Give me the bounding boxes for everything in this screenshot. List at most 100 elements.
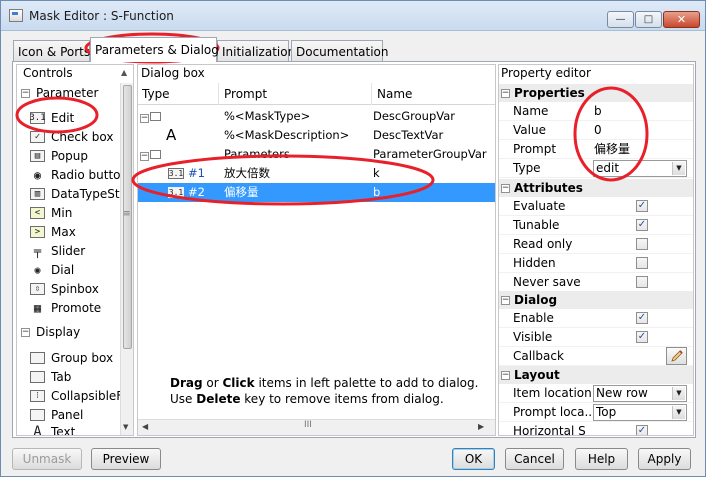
sort-up-icon[interactable]: ▲ xyxy=(121,68,127,77)
control-tab[interactable]: Tab xyxy=(30,368,71,386)
attribute-read-only-row[interactable]: Read only xyxy=(499,235,693,254)
tab-initialization[interactable]: Initialization xyxy=(217,40,295,62)
control-min[interactable]: < Min xyxy=(30,204,72,222)
property-value-row[interactable]: Value 0 xyxy=(499,121,693,140)
control-label: Panel xyxy=(51,408,84,422)
control-panel[interactable]: Panel xyxy=(30,406,83,424)
chevron-down-icon[interactable]: ▼ xyxy=(672,387,685,400)
collapse-icon[interactable]: − xyxy=(501,295,510,305)
name-cell: b xyxy=(373,185,381,199)
ok-button[interactable]: OK xyxy=(452,448,495,470)
value-value[interactable]: 0 xyxy=(594,121,602,140)
tab-icon-ports[interactable]: Icon & Ports xyxy=(13,40,90,62)
collapse-icon[interactable]: − xyxy=(501,88,510,98)
control-collapsible-panel[interactable]: ⁝ CollapsibleF xyxy=(30,387,123,405)
edit-icon: 3.1 xyxy=(168,168,184,179)
help-button[interactable]: Help xyxy=(575,448,628,470)
name-value[interactable]: b xyxy=(594,102,602,121)
close-button[interactable]: ✕ xyxy=(663,11,700,28)
table-row[interactable]: 3.1 #1 放大倍数 k xyxy=(138,164,495,183)
unmask-button[interactable]: Unmask xyxy=(12,448,82,470)
control-slider[interactable]: ╤ Slider xyxy=(30,242,85,260)
column-name[interactable]: Name xyxy=(373,83,495,105)
column-prompt[interactable]: Prompt xyxy=(220,83,372,105)
never-save-checkbox[interactable] xyxy=(636,276,648,288)
visible-checkbox[interactable]: ✓ xyxy=(636,331,648,343)
attribute-evaluate-row[interactable]: Evaluate ✓ xyxy=(499,197,693,216)
preview-button[interactable]: Preview xyxy=(91,448,161,470)
control-edit[interactable]: 3.1 Edit xyxy=(29,109,74,127)
item-location-select[interactable]: New row ▼ xyxy=(593,385,687,402)
layout-item-location-row[interactable]: Item location New row ▼ xyxy=(499,384,693,403)
control-group-box[interactable]: Group box xyxy=(30,349,113,367)
parameters-dialog-panel: Controls ▲ − Parameter 3.1 Edit ✓ Check … xyxy=(12,61,696,438)
controls-scrollbar[interactable]: ≡ ▼ xyxy=(120,83,133,435)
dialog-enable-row[interactable]: Enable ✓ xyxy=(499,309,693,328)
attribute-hidden-row[interactable]: Hidden xyxy=(499,254,693,273)
control-datatypestr[interactable]: ▥ DataTypeStr xyxy=(30,185,124,203)
maximize-button[interactable]: □ xyxy=(635,11,662,28)
collapsible-icon: ⁝ xyxy=(30,390,45,402)
attribute-tunable-row[interactable]: Tunable ✓ xyxy=(499,216,693,235)
control-popup[interactable]: ▤ Popup xyxy=(30,147,88,165)
prompt-value[interactable]: 偏移量 xyxy=(594,140,630,159)
prompt-location-select[interactable]: Top ▼ xyxy=(593,404,687,421)
column-type[interactable]: Type xyxy=(138,83,219,105)
type-select[interactable]: edit ▼ xyxy=(593,160,687,177)
control-dial[interactable]: ✺ Dial xyxy=(30,261,74,279)
collapse-icon[interactable]: − xyxy=(21,327,30,337)
layout-section-header[interactable]: − Layout xyxy=(499,366,693,384)
dialog-section-header[interactable]: − Dialog xyxy=(499,291,693,309)
chevron-down-icon[interactable]: ▼ xyxy=(672,406,685,419)
control-promote[interactable]: ▦ Promote xyxy=(30,299,101,317)
collapse-icon[interactable]: − xyxy=(501,183,510,193)
layout-prompt-location-row[interactable]: Prompt loca... Top ▼ xyxy=(499,403,693,422)
table-row[interactable]: − %<MaskType> DescGroupVar xyxy=(138,107,495,126)
properties-section-header[interactable]: − Properties xyxy=(499,84,693,102)
property-prompt-row[interactable]: Prompt 偏移量 xyxy=(499,140,693,159)
attribute-never-save-row[interactable]: Never save xyxy=(499,273,693,292)
control-label: Group box xyxy=(51,351,114,365)
control-check-box[interactable]: ✓ Check box xyxy=(30,128,113,146)
scroll-down-icon[interactable]: ▼ xyxy=(123,423,128,431)
evaluate-checkbox[interactable]: ✓ xyxy=(636,200,648,212)
type-cell: 3.1 #1 xyxy=(140,164,220,183)
dialog-horizontal-scrollbar[interactable]: ◀ III ▶ xyxy=(138,419,495,435)
apply-button[interactable]: Apply xyxy=(638,448,691,470)
collapse-icon[interactable]: − xyxy=(140,152,149,161)
attributes-section-header[interactable]: − Attributes xyxy=(499,179,693,197)
table-row[interactable]: − Parameters ParameterGroupVar xyxy=(138,145,495,164)
read-only-checkbox[interactable] xyxy=(636,238,648,250)
table-row-selected[interactable]: 3.1 #2 偏移量 b xyxy=(138,183,495,202)
control-spinbox[interactable]: ⇳ Spinbox xyxy=(30,280,99,298)
tab-documentation[interactable]: Documentation xyxy=(291,40,389,62)
scroll-left-icon[interactable]: ◀ xyxy=(142,422,148,431)
hidden-checkbox[interactable] xyxy=(636,257,648,269)
control-max[interactable]: > Max xyxy=(30,223,76,241)
chevron-down-icon[interactable]: ▼ xyxy=(672,162,685,175)
display-group-header[interactable]: − Display xyxy=(21,325,80,339)
collapse-icon[interactable]: − xyxy=(21,88,30,98)
dialog-callback-row[interactable]: Callback xyxy=(499,347,693,366)
edit-icon: 3.1 xyxy=(29,112,46,124)
parameter-group-header[interactable]: − Parameter xyxy=(21,86,98,100)
property-type-row[interactable]: Type edit ▼ xyxy=(499,159,693,178)
dialog-visible-row[interactable]: Visible ✓ xyxy=(499,328,693,347)
collapse-icon[interactable]: − xyxy=(140,114,149,123)
horizontal-checkbox[interactable]: ✓ xyxy=(636,425,648,435)
tab-parameters-dialog[interactable]: Parameters & Dialog xyxy=(90,37,219,62)
layout-horizontal-row[interactable]: Horizontal S ✓ xyxy=(499,422,693,435)
cancel-button[interactable]: Cancel xyxy=(505,448,564,470)
enable-checkbox[interactable]: ✓ xyxy=(636,312,648,324)
scroll-right-icon[interactable]: ▶ xyxy=(478,422,484,431)
minimize-button[interactable]: — xyxy=(607,11,634,28)
table-row[interactable]: A %<MaskDescription> DescTextVar xyxy=(138,126,495,145)
control-radio-button[interactable]: ◉ Radio butto xyxy=(30,166,121,184)
callback-edit-button[interactable] xyxy=(666,347,687,365)
property-name-row[interactable]: Name b xyxy=(499,102,693,121)
control-text[interactable]: A Text xyxy=(30,423,75,435)
tunable-checkbox[interactable]: ✓ xyxy=(636,219,648,231)
prompt-cell: Parameters xyxy=(224,147,290,161)
collapse-icon[interactable]: − xyxy=(501,370,510,380)
control-label: Dial xyxy=(51,263,75,277)
